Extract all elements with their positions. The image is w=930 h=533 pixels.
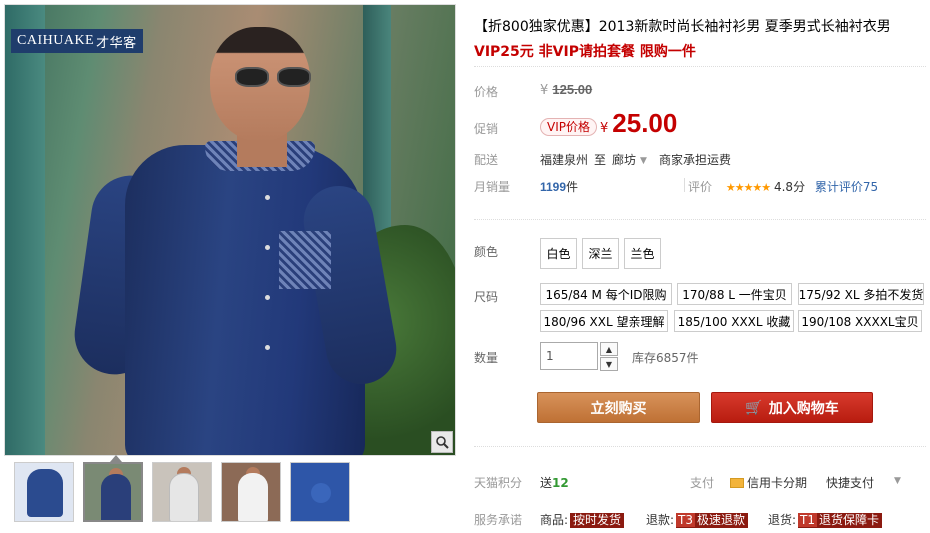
size-option-xl[interactable]: 175/92 XL 多拍不发货 [798,283,924,305]
service-tag-code: T3 [676,513,696,527]
fast-payment-option[interactable]: 快捷支付 [826,474,874,491]
color-option-white[interactable]: 白色 [540,238,577,269]
chevron-down-icon: ▼ [640,156,647,166]
size-option-xxl[interactable]: 180/96 XXL 望亲理解 [540,310,668,332]
monthly-sales-unit: 件 [566,180,579,194]
review-count-link[interactable]: 累计评价75 [815,180,878,194]
thumbnail-3[interactable] [152,462,212,522]
image-pillar-left [5,5,45,455]
divider [474,446,926,447]
cart-icon: 🛒 [745,399,763,416]
service-tag: T3 极速退款 [676,513,749,528]
chevron-down-icon[interactable]: ▼ [894,476,901,486]
add-to-cart-button[interactable]: 🛒 加入购物车 [711,392,873,423]
service-tag: 按时发货 [570,513,625,528]
rating-stars-icon: ★★★★★ [725,181,771,194]
brand-logo: CAIHUAKE 才华客 [11,29,143,53]
service-prefix: 商品: [540,513,569,527]
divider [684,178,685,192]
divider [474,219,926,220]
promo-price: ¥25.00 [600,108,677,139]
shipping-info: 福建泉州至廊坊 ▼ 商家承担运费 [540,151,731,168]
rating-label: 评价 [688,180,713,194]
main-product-image[interactable]: CAIHUAKE 才华客 [4,4,456,456]
product-title: 【折800独家优惠】2013新款时尚长袖衬衫男 夏季男式长袖衬衣男 [474,19,891,35]
quantity-increase-button[interactable]: ▲ [600,342,618,356]
add-to-cart-label: 加入购物车 [768,400,839,417]
brand-logo-en: CAIHUAKE [17,33,95,48]
chevron-down-icon: ▼ [605,359,613,369]
monthly-sales-count: 1199 [540,180,567,194]
size-label: 尺码 [474,290,499,304]
shirt-button [265,295,270,300]
rating-info: 评价 ★★★★★ 4.8分 累计评价75 [688,178,878,195]
stock-count: 库存6857件 [632,351,699,365]
shirt-button [265,195,270,200]
shirt-pocket [279,231,331,289]
quantity-input[interactable]: 1 [540,342,598,370]
credit-installment-option[interactable]: 信用卡分期 [730,474,807,491]
tmall-points-prefix: 送 [540,476,553,490]
currency-symbol: ¥ [540,83,549,98]
credit-installment-label: 信用卡分期 [747,476,808,490]
service-tag-text: 退货保障卡 [819,513,880,527]
service-item-return[interactable]: 退货: T1 退货保障卡 [768,511,883,528]
service-item-refund[interactable]: 退款: T3 极速退款 [646,511,749,528]
magnifier-icon [436,436,449,449]
service-prefix: 退货: [768,513,797,527]
ship-to-word: 至 [594,153,607,167]
service-prefix: 退款: [646,513,675,527]
tmall-points: 送12 [540,474,569,491]
monthly-sales-label: 月销量 [474,180,511,194]
vip-price-badge: VIP价格 [540,118,597,136]
chevron-up-icon: ▲ [605,344,613,354]
credit-card-icon [730,478,744,488]
original-price: ¥ 125.00 [540,82,592,98]
service-item-shipping[interactable]: 商品: 按时发货 [540,511,625,528]
tmall-points-value: 12 [552,476,569,490]
ship-to-select[interactable]: 廊坊 ▼ [612,153,647,167]
size-option-m[interactable]: 165/84 M 每个ID限购 [540,283,672,305]
service-promise-label: 服务承诺 [474,513,523,527]
rating-score: 4.8分 [773,180,806,194]
divider [474,66,926,67]
service-tag-code: T1 [798,513,818,527]
shipping-label: 配送 [474,153,499,167]
currency-symbol: ¥ [600,121,609,136]
thumbnail-2[interactable] [83,462,143,522]
color-label: 颜色 [474,245,499,259]
color-option-blue[interactable]: 兰色 [624,238,661,269]
price-label: 价格 [474,85,499,99]
color-option-dark-blue[interactable]: 深兰 [582,238,619,269]
zoom-button[interactable] [431,431,453,453]
ship-to-value: 廊坊 [612,153,637,167]
thumbnail-4[interactable] [221,462,281,522]
brand-logo-cn: 才华客 [96,35,137,51]
active-thumb-arrow [110,455,122,462]
service-tag: T1 退货保障卡 [798,513,883,528]
product-subtitle: VIP25元 非VIP请拍套餐 限购一件 [474,44,696,60]
promo-label: 促销 [474,122,499,136]
payment-label: 支付 [690,476,715,490]
service-tag-text: 极速退款 [697,513,746,527]
ship-from: 福建泉州 [540,153,589,167]
quantity-label: 数量 [474,351,499,365]
quantity-decrease-button[interactable]: ▼ [600,357,618,371]
size-option-l[interactable]: 170/88 L 一件宝贝 [677,283,792,305]
freight-info: 商家承担运费 [658,153,731,167]
size-option-xxxxl[interactable]: 190/108 XXXXL宝贝 [798,310,922,332]
thumbnail-1[interactable] [14,462,74,522]
size-option-xxxl[interactable]: 185/100 XXXL 收藏 [674,310,794,332]
buy-now-button[interactable]: 立刻购买 [537,392,700,423]
thumbnail-5[interactable] [290,462,350,522]
tmall-points-label: 天猫积分 [474,476,523,490]
promo-price-value: 25.00 [612,108,678,138]
shirt-button [265,245,270,250]
shirt-button [265,345,270,350]
sunglasses [235,67,315,87]
original-price-value: 125.00 [552,82,593,97]
monthly-sales: 1199件 [540,178,578,195]
